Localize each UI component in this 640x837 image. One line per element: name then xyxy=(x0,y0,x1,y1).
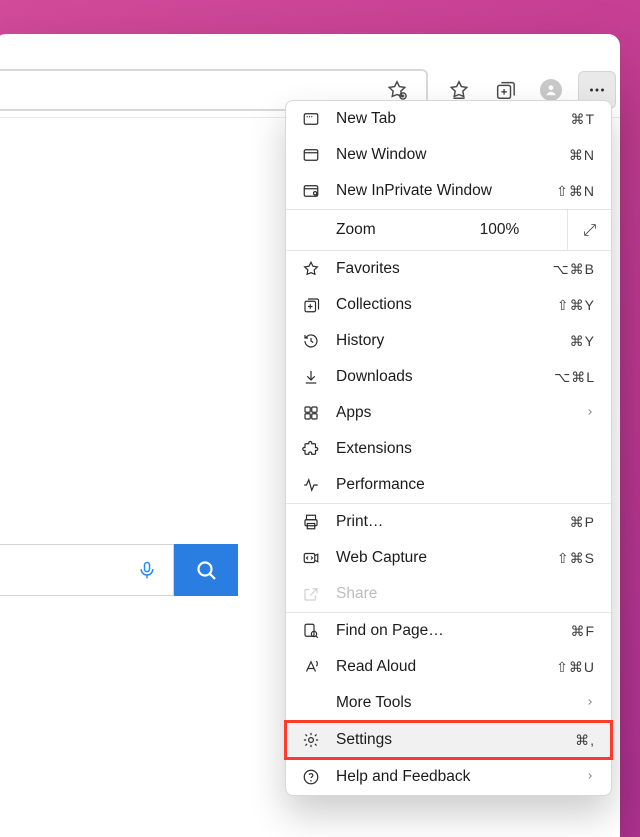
menu-shortcut: ⌘N xyxy=(569,147,595,164)
menu-label: History xyxy=(336,332,556,350)
share-icon xyxy=(300,583,322,605)
search-button[interactable] xyxy=(174,544,238,596)
zoom-in-button[interactable] xyxy=(546,221,564,239)
performance-icon xyxy=(300,474,322,496)
menu-label: Performance xyxy=(336,476,595,494)
print-icon xyxy=(300,511,322,533)
menu-extensions[interactable]: Extensions xyxy=(286,431,611,467)
menu-shortcut: ⌘P xyxy=(570,514,595,531)
chevron-right-icon xyxy=(585,694,595,712)
menu-shortcut: ⌘T xyxy=(570,111,595,128)
menu-collections[interactable]: Collections ⇧⌘Y xyxy=(286,287,611,323)
menu-shortcut: ⌘Y xyxy=(570,333,595,350)
menu-share: Share xyxy=(286,576,611,612)
menu-shortcut: ⌥⌘L xyxy=(554,369,595,386)
menu-shortcut: ⌘F xyxy=(570,623,595,640)
menu-favorites[interactable]: Favorites ⌥⌘B xyxy=(286,251,611,287)
chevron-right-icon xyxy=(585,404,595,422)
new-window-icon xyxy=(300,144,322,166)
favorites-icon xyxy=(300,258,322,280)
menu-zoom: Zoom 100% xyxy=(286,210,611,250)
menu-label: More Tools xyxy=(336,694,571,712)
menu-label: Read Aloud xyxy=(336,658,542,676)
help-icon xyxy=(300,766,322,788)
menu-label: Help and Feedback xyxy=(336,768,571,786)
menu-read-aloud[interactable]: Read Aloud ⇧⌘U xyxy=(286,649,611,685)
history-icon xyxy=(300,330,322,352)
menu-downloads[interactable]: Downloads ⌥⌘L xyxy=(286,359,611,395)
menu-apps[interactable]: Apps xyxy=(286,395,611,431)
menu-label: Print… xyxy=(336,513,556,531)
extensions-icon xyxy=(300,438,322,460)
browser-menu: New Tab ⌘T New Window ⌘N New InPrivate W… xyxy=(285,100,612,796)
zoom-controls: 100% xyxy=(432,221,567,239)
zoom-out-button[interactable] xyxy=(436,221,454,239)
menu-label: New InPrivate Window xyxy=(336,182,542,200)
web-capture-icon xyxy=(300,547,322,569)
menu-shortcut: ⇧⌘N xyxy=(556,183,595,200)
zoom-label: Zoom xyxy=(336,221,432,239)
fullscreen-button[interactable] xyxy=(567,210,611,250)
settings-icon xyxy=(300,729,322,751)
menu-shortcut: ⇧⌘U xyxy=(556,659,595,676)
menu-history[interactable]: History ⌘Y xyxy=(286,323,611,359)
menu-new-inprivate[interactable]: New InPrivate Window ⇧⌘N xyxy=(286,173,611,209)
menu-label: Extensions xyxy=(336,440,595,458)
read-aloud-icon xyxy=(300,656,322,678)
menu-web-capture[interactable]: Web Capture ⇧⌘S xyxy=(286,540,611,576)
menu-label: Share xyxy=(336,585,595,603)
menu-new-tab[interactable]: New Tab ⌘T xyxy=(286,101,611,137)
new-tab-icon xyxy=(300,108,322,130)
downloads-icon xyxy=(300,366,322,388)
menu-find-on-page[interactable]: Find on Page… ⌘F xyxy=(286,613,611,649)
menu-more-tools[interactable]: More Tools xyxy=(286,685,611,721)
search-input[interactable] xyxy=(0,544,174,596)
chevron-right-icon xyxy=(585,768,595,786)
menu-shortcut: ⇧⌘Y xyxy=(557,297,595,314)
apps-icon xyxy=(300,402,322,424)
menu-performance[interactable]: Performance xyxy=(286,467,611,503)
menu-label: New Tab xyxy=(336,110,556,128)
menu-label: Web Capture xyxy=(336,549,543,567)
menu-shortcut: ⌘, xyxy=(575,732,595,749)
mic-icon[interactable] xyxy=(129,552,165,588)
inprivate-icon xyxy=(300,180,322,202)
menu-new-window[interactable]: New Window ⌘N xyxy=(286,137,611,173)
menu-print[interactable]: Print… ⌘P xyxy=(286,504,611,540)
menu-label: Apps xyxy=(336,404,571,422)
menu-label: Favorites xyxy=(336,260,539,278)
menu-label: New Window xyxy=(336,146,555,164)
menu-label: Settings xyxy=(336,731,561,749)
menu-label: Downloads xyxy=(336,368,540,386)
menu-settings[interactable]: Settings ⌘, xyxy=(286,722,611,758)
collections-icon xyxy=(300,294,322,316)
find-icon xyxy=(300,620,322,642)
menu-help-feedback[interactable]: Help and Feedback xyxy=(286,759,611,795)
menu-label: Collections xyxy=(336,296,543,314)
zoom-value: 100% xyxy=(476,221,524,239)
menu-shortcut: ⌥⌘B xyxy=(553,261,595,278)
menu-label: Find on Page… xyxy=(336,622,556,640)
menu-shortcut: ⇧⌘S xyxy=(557,550,595,567)
search-row xyxy=(0,544,238,596)
